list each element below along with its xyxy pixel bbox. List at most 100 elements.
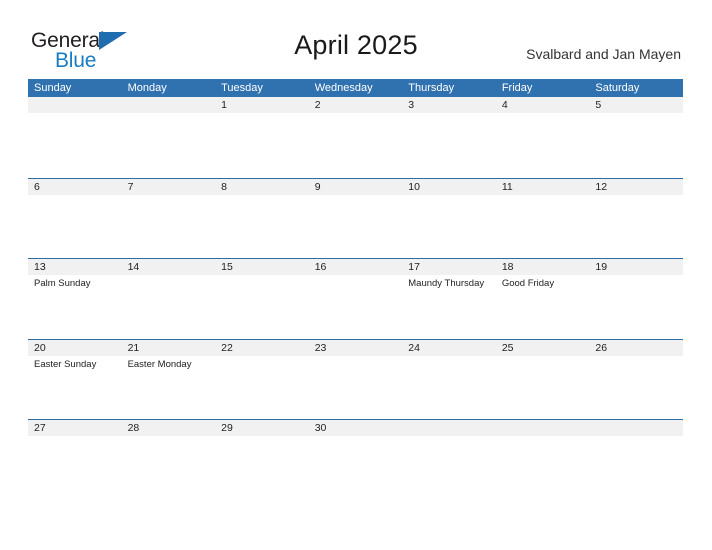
holiday-label: Palm Sunday (34, 278, 91, 289)
day-number: 7 (127, 180, 134, 193)
calendar-week-row: 27 28 29 30 (28, 419, 683, 500)
calendar-day-12[interactable]: 12 (589, 179, 683, 260)
calendar-grid: Sunday Monday Tuesday Wednesday Thursday Frid… (28, 79, 683, 500)
calendar-day-empty (28, 97, 122, 178)
calendar-day-14[interactable]: 14 (122, 259, 216, 340)
weekday-header-thursday: Thursday (408, 82, 455, 94)
day-number: 6 (34, 180, 40, 193)
day-number: 23 (314, 341, 327, 354)
calendar-day-empty (402, 420, 496, 501)
day-number (28, 97, 122, 113)
calendar-page: General Blue April 2025 Svalbard and Jan… (0, 0, 712, 550)
day-number: 2 (314, 99, 321, 111)
calendar-weeks: 1 2 3 4 5 6 7 8 9 10 11 12 13 Palm Sunday 14 15 16 17 Maun… (28, 97, 683, 500)
calendar-day-17[interactable]: 17 Maundy Thursday (402, 259, 496, 340)
weekday-header-saturday: Saturday (595, 82, 640, 94)
holiday-label: Good Friday (501, 278, 555, 289)
day-events: Easter Sunday (28, 356, 122, 371)
page-header: General Blue April 2025 Svalbard and Jan… (0, 0, 712, 78)
weekday-header-monday: Monday (127, 82, 167, 94)
weekday-header-tuesday: Tuesday (221, 82, 263, 94)
calendar-day-13[interactable]: 13 Palm Sunday (28, 259, 122, 340)
calendar-day-23[interactable]: 23 (309, 340, 403, 421)
day-number: 20 (34, 341, 46, 354)
holiday-label: Easter Sunday (34, 358, 97, 370)
calendar-day-8[interactable]: 8 (215, 179, 309, 260)
calendar-day-24[interactable]: 24 (402, 340, 496, 421)
calendar-day-empty (496, 420, 590, 501)
calendar-day-27[interactable]: 27 (28, 420, 122, 501)
day-number: 15 (221, 261, 233, 273)
week-cells: 6 7 8 9 10 11 12 (28, 179, 683, 260)
calendar-day-4[interactable]: 4 (496, 97, 590, 178)
day-number: 13 (34, 261, 46, 273)
calendar-day-21[interactable]: 21 Easter Monday (122, 340, 216, 421)
day-events: Good Friday (496, 275, 590, 290)
weekday-header-sunday: Sunday (34, 82, 72, 94)
calendar-day-5[interactable]: 5 (589, 97, 683, 178)
calendar-day-10[interactable]: 10 (402, 179, 496, 260)
calendar-day-26[interactable]: 26 (589, 340, 683, 421)
calendar-week-row: 6 7 8 9 10 11 12 (28, 177, 683, 260)
region-label: Svalbard and Jan Mayen (526, 46, 681, 62)
calendar-day-7[interactable]: 7 (122, 179, 216, 260)
calendar-day-29[interactable]: 29 (215, 420, 309, 501)
calendar-day-25[interactable]: 25 (496, 340, 590, 421)
day-number: 10 (408, 180, 420, 193)
day-number (402, 420, 496, 436)
day-number: 12 (595, 180, 608, 193)
calendar-day-1[interactable]: 1 (215, 97, 309, 178)
day-number: 3 (408, 99, 415, 111)
day-number: 25 (501, 341, 514, 354)
day-number: 17 (408, 261, 420, 273)
weekday-header-friday: Friday (501, 82, 533, 94)
calendar-day-2[interactable]: 2 (309, 97, 403, 178)
day-number: 28 (127, 422, 140, 434)
calendar-day-6[interactable]: 6 (28, 179, 122, 260)
day-number: 1 (221, 99, 227, 111)
calendar-day-15[interactable]: 15 (215, 259, 309, 340)
calendar-day-empty (589, 420, 683, 501)
week-cells: 1 2 3 4 5 (28, 97, 683, 178)
day-number: 24 (408, 341, 420, 354)
day-events: Palm Sunday (28, 275, 122, 290)
week-cells: 20 Easter Sunday 21 Easter Monday 22 23 24 25 26 (28, 340, 683, 421)
day-number: 8 (221, 180, 227, 193)
calendar-day-3[interactable]: 3 (402, 97, 496, 178)
day-number: 19 (595, 261, 608, 273)
day-number: 18 (501, 261, 514, 273)
calendar-day-19[interactable]: 19 (589, 259, 683, 340)
day-number: 29 (221, 422, 233, 434)
calendar-day-11[interactable]: 11 (496, 179, 590, 260)
day-number: 22 (221, 341, 233, 354)
calendar-day-20[interactable]: 20 Easter Sunday (28, 340, 122, 421)
day-number (122, 97, 216, 113)
day-number: 5 (595, 99, 602, 111)
calendar-day-16[interactable]: 16 (309, 259, 403, 340)
day-number: 4 (501, 99, 508, 111)
day-number: 27 (34, 422, 46, 434)
week-cells: 27 28 29 30 (28, 420, 683, 501)
day-number: 14 (127, 261, 140, 273)
calendar-day-empty (122, 97, 216, 178)
day-number: 16 (314, 261, 327, 273)
day-number: 30 (314, 422, 327, 434)
calendar-day-28[interactable]: 28 (122, 420, 216, 501)
day-number: 26 (595, 341, 608, 354)
day-events: Easter Monday (122, 356, 216, 371)
day-number: 11 (501, 180, 513, 193)
holiday-label: Easter Monday (127, 358, 192, 370)
calendar-day-18[interactable]: 18 Good Friday (496, 259, 590, 340)
calendar-week-row: 1 2 3 4 5 (28, 97, 683, 178)
day-number: 21 (127, 341, 140, 354)
calendar-day-30[interactable]: 30 (309, 420, 403, 501)
weekday-header-row: Sunday Monday Tuesday Wednesday Thursday Frid… (28, 79, 683, 97)
calendar-day-22[interactable]: 22 (215, 340, 309, 421)
weekday-header-wednesday: Wednesday (314, 82, 373, 94)
week-cells: 13 Palm Sunday 14 15 16 17 Maundy Thursday 18 Go… (28, 259, 683, 340)
calendar-day-9[interactable]: 9 (309, 179, 403, 260)
holiday-label: Maundy Thursday (408, 278, 485, 289)
day-events: Maundy Thursday (402, 275, 496, 290)
day-number: 9 (314, 180, 321, 193)
day-number (496, 420, 590, 436)
